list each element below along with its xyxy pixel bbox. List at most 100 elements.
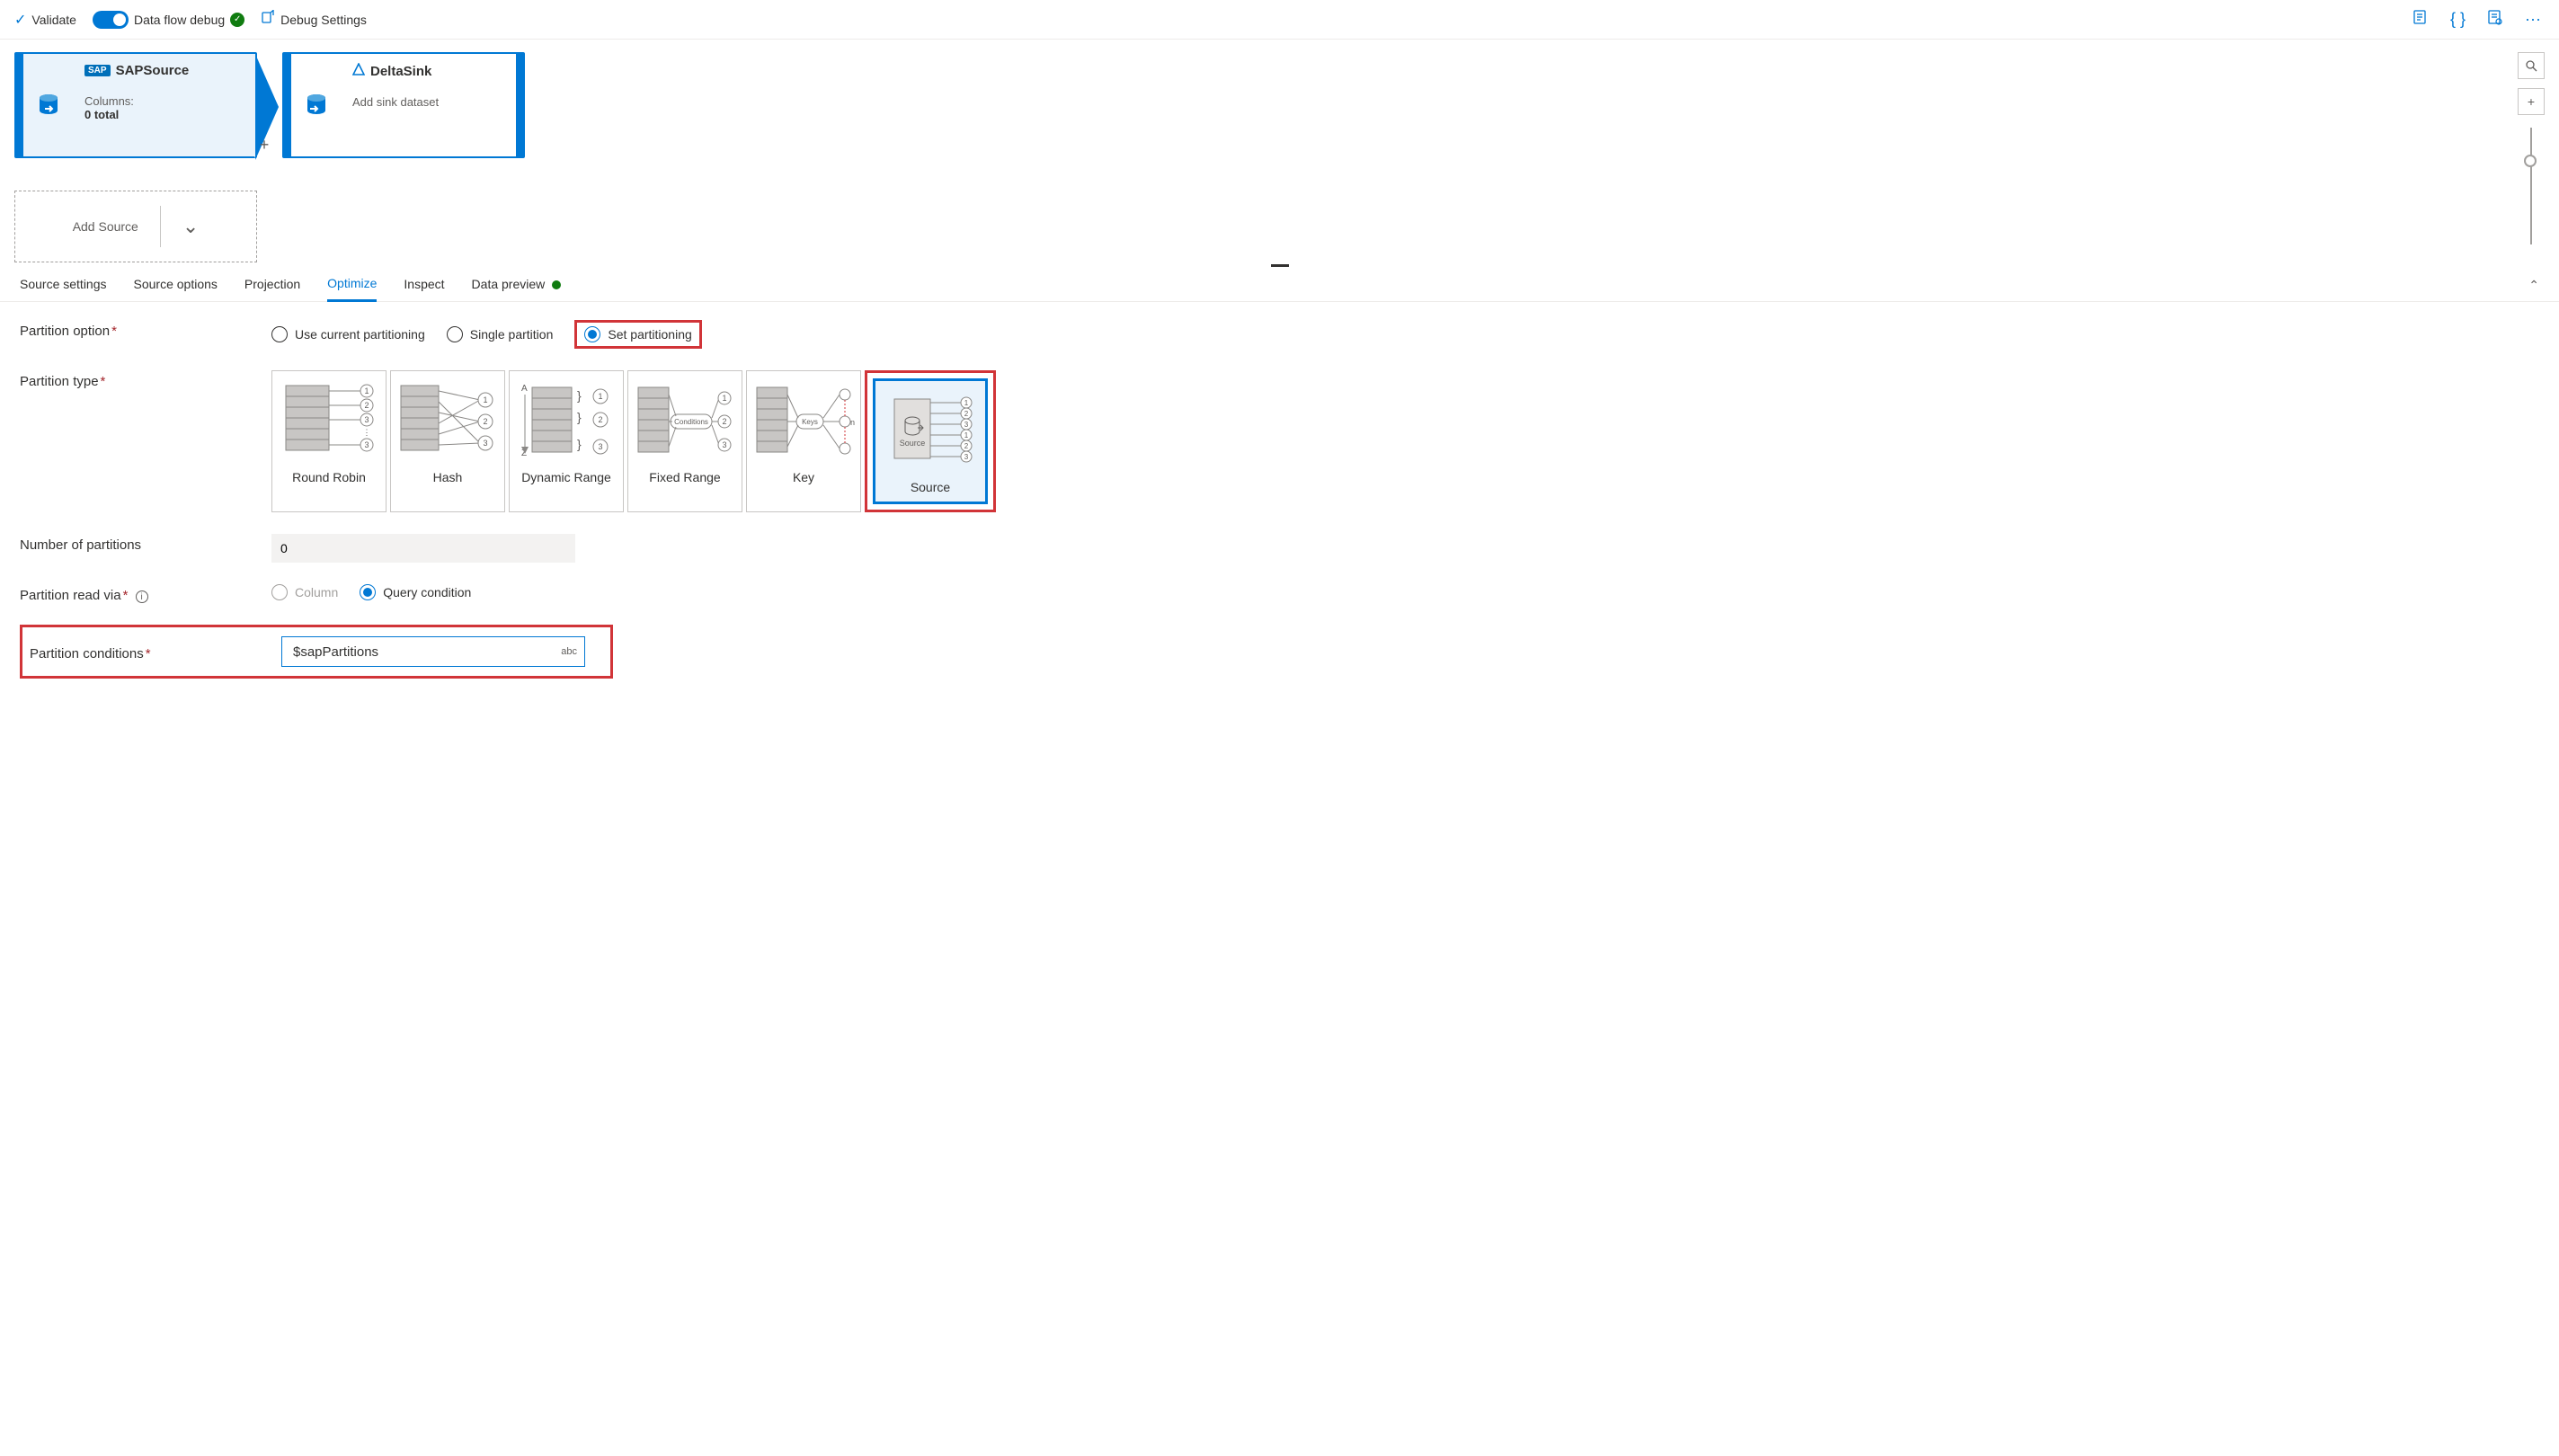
columns-value: 0 total: [84, 108, 119, 121]
add-source-label: Add Source: [73, 219, 138, 234]
status-dot-icon: [552, 280, 561, 289]
sink-node[interactable]: DeltaSink Add sink dataset: [282, 52, 525, 158]
source-db-icon: [23, 54, 74, 156]
svg-text:1: 1: [964, 399, 969, 407]
svg-text:2: 2: [598, 415, 602, 424]
radio-use-current-partitioning[interactable]: Use current partitioning: [271, 326, 425, 342]
svg-text:2: 2: [964, 410, 969, 418]
radio-single-partition[interactable]: Single partition: [447, 326, 554, 342]
svg-text:⋮: ⋮: [363, 428, 371, 437]
source-node[interactable]: SAP SAPSource Columns: 0 total: [14, 52, 257, 158]
sink-db-icon: [291, 54, 342, 156]
partition-conditions-input[interactable]: [291, 644, 555, 661]
sink-node-subtitle: Add sink dataset: [352, 95, 505, 109]
svg-text:}: }: [577, 437, 582, 451]
svg-text:1: 1: [964, 431, 969, 439]
ptype-label: Round Robin: [292, 470, 366, 484]
radio-label: Column: [295, 585, 338, 599]
ptype-dynamic-range[interactable]: A Z }}} 123: [509, 370, 624, 512]
svg-text:3: 3: [364, 415, 369, 424]
node-stripe: [516, 54, 523, 156]
zoom-thumb[interactable]: [2524, 155, 2537, 167]
svg-text:A: A: [521, 384, 528, 394]
partition-conditions-field[interactable]: abc: [281, 636, 585, 667]
svg-text:Conditions: Conditions: [674, 418, 708, 426]
tab-source-options[interactable]: Source options: [134, 277, 218, 300]
validate-button[interactable]: ✓ Validate: [14, 11, 76, 29]
ptype-key[interactable]: Keys n Key: [746, 370, 861, 512]
braces-icon[interactable]: { }: [2447, 8, 2469, 31]
ptype-round-robin[interactable]: 1 2 3 ⋮ 3 Round Robin: [271, 370, 387, 512]
zoom-fit-button[interactable]: [2518, 52, 2545, 79]
tab-projection[interactable]: Projection: [244, 277, 300, 300]
collapse-panel-button[interactable]: ⌃: [2528, 278, 2539, 293]
add-transform-button[interactable]: +: [252, 52, 277, 158]
info-icon[interactable]: i: [136, 590, 148, 603]
add-source-button[interactable]: Add Source ⌄: [14, 191, 257, 262]
ptype-label: Source: [911, 480, 950, 494]
ptype-hash[interactable]: 123 Hash: [390, 370, 505, 512]
svg-text:3: 3: [364, 440, 369, 449]
tab-inspect[interactable]: Inspect: [404, 277, 444, 300]
key-icon: Keys n: [751, 377, 856, 466]
svg-text:2: 2: [964, 442, 969, 450]
svg-text:1: 1: [364, 386, 369, 395]
svg-text:Source: Source: [900, 439, 926, 448]
ptype-fixed-range[interactable]: Conditions 123 Fixed Range: [627, 370, 742, 512]
svg-text:3: 3: [598, 442, 602, 451]
chevron-down-icon: ⌄: [182, 215, 199, 238]
num-partitions-input[interactable]: [271, 534, 575, 563]
dataflow-canvas[interactable]: SAP SAPSource Columns: 0 total +: [0, 40, 2559, 264]
tab-optimize[interactable]: Optimize: [327, 276, 377, 302]
svg-text:}: }: [577, 410, 582, 424]
ptype-source[interactable]: Source 123: [873, 378, 988, 504]
script-icon[interactable]: [2409, 7, 2432, 31]
ptype-label: Dynamic Range: [521, 470, 611, 484]
toggle-icon: [93, 11, 129, 29]
dataflow-debug-label: Data flow debug: [134, 13, 225, 27]
tab-source-settings[interactable]: Source settings: [20, 277, 107, 300]
settings-list-icon[interactable]: [2483, 7, 2507, 31]
more-icon[interactable]: ···: [2521, 8, 2545, 31]
radio-label: Query condition: [383, 585, 471, 599]
num-partitions-label: Number of partitions: [20, 537, 141, 553]
validate-label: Validate: [31, 13, 76, 27]
highlight-ptype-source: Source 123: [865, 370, 996, 512]
abc-badge: abc: [561, 646, 577, 657]
sink-node-title: DeltaSink: [370, 64, 431, 79]
node-stripe: [284, 54, 291, 156]
svg-text:1: 1: [722, 394, 726, 403]
dataflow-debug-toggle[interactable]: Data flow debug ✓: [93, 11, 244, 29]
tab-data-preview[interactable]: Data preview: [472, 277, 562, 300]
status-ok-icon: ✓: [230, 13, 244, 27]
svg-text:3: 3: [483, 439, 487, 448]
radio-column: Column: [271, 584, 338, 600]
zoom-slider[interactable]: [2530, 128, 2532, 244]
highlight-set-partitioning: Set partitioning: [574, 320, 701, 349]
zoom-in-button[interactable]: +: [2518, 88, 2545, 115]
svg-text:2: 2: [364, 401, 369, 410]
debug-settings-button[interactable]: Debug Settings: [261, 10, 367, 29]
dynamic-range-icon: A Z }}} 123: [514, 377, 618, 466]
round-robin-icon: 1 2 3 ⋮ 3: [277, 377, 381, 466]
ptype-label: Key: [793, 470, 814, 484]
partition-option-label: Partition option: [20, 324, 110, 339]
radio-set-partitioning[interactable]: Set partitioning: [584, 326, 691, 342]
partition-read-via-label: Partition read via: [20, 588, 121, 603]
svg-text:n: n: [850, 418, 855, 427]
partition-type-label: Partition type: [20, 374, 99, 389]
source-partition-icon: Source 123: [878, 386, 982, 476]
highlight-partition-conditions: Partition conditions* abc: [20, 625, 613, 679]
radio-label: Set partitioning: [608, 327, 691, 342]
debug-settings-label: Debug Settings: [280, 13, 367, 27]
svg-text:1: 1: [598, 392, 602, 401]
settings-tabs: Source settings Source options Projectio…: [0, 267, 2559, 302]
partition-conditions-label: Partition conditions: [30, 646, 144, 661]
delta-icon: [352, 63, 365, 79]
svg-text:}: }: [577, 388, 582, 403]
svg-text:3: 3: [722, 440, 726, 449]
ptype-label: Hash: [433, 470, 463, 484]
columns-label: Columns:: [84, 94, 134, 108]
radio-query-condition[interactable]: Query condition: [360, 584, 471, 600]
svg-text:2: 2: [483, 417, 487, 426]
